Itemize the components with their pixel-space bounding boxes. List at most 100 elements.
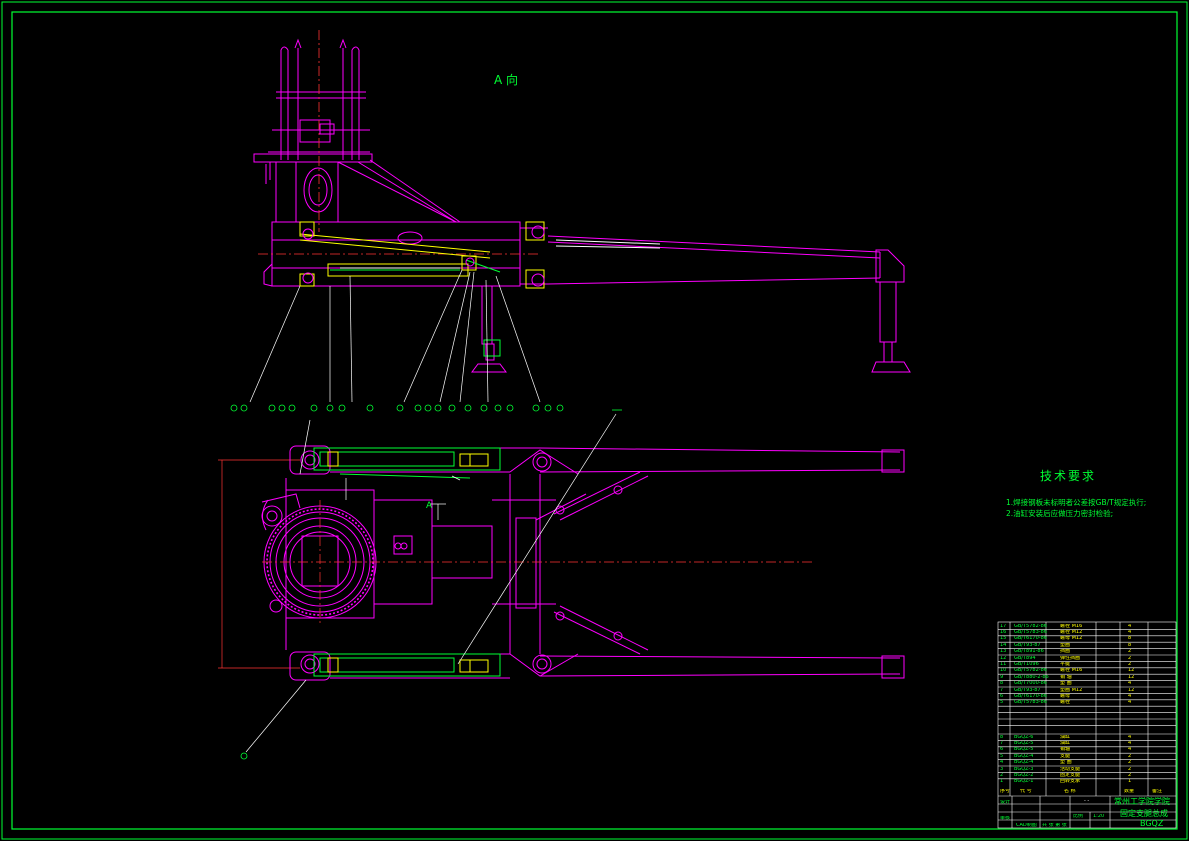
parts-cell-qty: 2 <box>1128 753 1132 759</box>
parts-cell-no: 9 <box>1000 674 1004 680</box>
parts-cell-name: 销 轴 <box>1060 674 1072 680</box>
parts-cell-qty: 8 <box>1128 636 1132 642</box>
technical-requirement-note: 1.焊接钢板未标明者公差按GB/T规定执行; <box>1006 498 1147 507</box>
parts-cell-code: GB/T93-87 <box>1014 687 1041 693</box>
header-qty: 数量 <box>1124 789 1135 794</box>
parts-cell-qty: 2 <box>1128 661 1132 667</box>
parts-cell-code: BGQZ-2 <box>1014 772 1034 778</box>
parts-cell-no: 4 <box>1000 760 1004 766</box>
parts-cell-qty: 2 <box>1128 655 1132 661</box>
sheet-count: 共 张 第 张 <box>1042 823 1067 828</box>
parts-cell-qty: 4 <box>1128 681 1132 687</box>
parts-cell-no: 13 <box>1000 649 1007 655</box>
parts-cell-code: GB/T5782-86 <box>1014 623 1047 629</box>
callout-balloon-lower <box>240 752 248 760</box>
parts-cell-no: 14 <box>1000 642 1007 648</box>
school-name: 常州工学院学院 <box>1114 797 1170 806</box>
drawing-name: 固定支腿总成 <box>1120 809 1168 818</box>
parts-cell-no: 15 <box>1000 636 1007 642</box>
parts-cell-no: 8 <box>1000 681 1004 687</box>
parts-cell-qty: 1 <box>1128 779 1132 785</box>
parts-cell-code: BGQZ-5 <box>1014 747 1034 753</box>
parts-cell-no: 8 <box>1000 734 1004 740</box>
parts-cell-no: 5 <box>1000 753 1004 759</box>
parts-cell-name: 螺栓 M16 <box>1060 668 1083 674</box>
scale-value: 1:20 <box>1093 814 1105 819</box>
parts-cell-name: 螺栓 <box>1060 700 1071 706</box>
parts-cell-name: 回转支承 <box>1060 779 1081 785</box>
parts-cell-qty: 8 <box>1128 642 1132 648</box>
parts-cell-no: 11 <box>1000 661 1007 667</box>
parts-cell-code: GB/T1096 <box>1014 661 1039 667</box>
header-name: 名 称 <box>1064 789 1076 794</box>
parts-cell-qty: 2 <box>1128 766 1132 772</box>
parts-cell-name: 垫 圈 <box>1060 681 1072 687</box>
parts-cell-name: 垫圈 M12 <box>1060 687 1083 693</box>
parts-cell-name: 垫 圈 <box>1060 760 1072 766</box>
parts-cell-code: BGQZ-3 <box>1014 766 1034 772</box>
parts-cell-code: GB/T6170-86 <box>1014 693 1047 699</box>
parts-cell-name: 螺母 M12 <box>1060 636 1083 642</box>
plan-view <box>218 409 905 760</box>
parts-cell-code: BGQZ-6 <box>1014 734 1034 740</box>
plan-section-marker: A <box>426 501 433 511</box>
parts-cell-qty: 2 <box>1128 760 1132 766</box>
parts-cell-name: 油缸 <box>1060 740 1071 746</box>
parts-cell-no: 16 <box>1000 629 1007 635</box>
parts-cell-no: 10 <box>1000 668 1007 674</box>
technical-requirements-title: 技术要求 <box>1040 469 1097 483</box>
parts-cell-no: 1 <box>1000 779 1004 785</box>
parts-cell-qty: 4 <box>1128 734 1132 740</box>
parts-cell-no: 7 <box>1000 687 1004 693</box>
cad-drawing-canvas <box>1 1 1188 840</box>
scale-label: 比例 <box>1073 814 1084 819</box>
parts-cell-qty: 4 <box>1128 747 1132 753</box>
parts-cell-name: 油缸 <box>1060 734 1071 740</box>
checker-label: 审核 <box>1000 816 1011 821</box>
drawing-number: BGQZ <box>1140 819 1164 828</box>
parts-cell-code: BGQZ-1 <box>1014 779 1034 785</box>
parts-cell-name: 销轴 <box>1060 747 1071 753</box>
header-no: 序号 <box>1000 789 1011 794</box>
parts-cell-qty: 4 <box>1128 700 1132 706</box>
designer-label: 设计 <box>1000 800 1011 805</box>
parts-cell-qty: 12 <box>1128 674 1135 680</box>
parts-cell-no: 6 <box>1000 693 1004 699</box>
parts-cell-name: 弹性挡圈 <box>1060 655 1081 661</box>
callout-balloons-upper <box>230 404 564 412</box>
parts-cell-qty: 4 <box>1128 629 1132 635</box>
parts-cell-name: 螺母 <box>1060 693 1071 699</box>
parts-cell-name: 挡圈 <box>1060 649 1071 655</box>
parts-cell-qty: 2 <box>1128 649 1132 655</box>
outer-border <box>1 1 1188 840</box>
parts-cell-code: GB/T7000-86 <box>1014 681 1047 687</box>
parts-cell-no: 12 <box>1000 655 1007 661</box>
view-a-label: A 向 <box>494 73 519 87</box>
parts-cell-code: GB/T6170-86 <box>1014 636 1047 642</box>
parts-cell-code: GB/T894 <box>1014 655 1036 661</box>
parts-cell-name: 螺栓 M16 <box>1060 623 1083 629</box>
parts-cell-name: 活动支腿 <box>1060 766 1081 772</box>
parts-cell-name: 螺栓 M12 <box>1060 629 1083 635</box>
parts-cell-code: BGQZ-4 <box>1014 760 1034 766</box>
header-note: 备注 <box>1152 789 1163 794</box>
parts-cell-qty: 12 <box>1128 687 1135 693</box>
parts-cell-qty: 2 <box>1128 772 1132 778</box>
parts-cell-qty: 4 <box>1128 693 1132 699</box>
parts-cell-name: 垫圈 <box>1060 642 1071 648</box>
parts-cell-code: BGQZ-4 <box>1014 753 1034 759</box>
dash-mark: - - <box>1084 799 1090 804</box>
parts-cell-no: 7 <box>1000 740 1004 746</box>
parts-cell-no: 6 <box>1000 747 1004 753</box>
parts-cell-no: 17 <box>1000 623 1007 629</box>
parts-cell-qty: 12 <box>1128 668 1135 674</box>
parts-cell-qty: 4 <box>1128 740 1132 746</box>
parts-cell-code: GB/T5783-86 <box>1014 700 1047 706</box>
side-view <box>230 30 911 412</box>
header-code: 代 号 <box>1020 789 1032 794</box>
parts-cell-code: GB/T891-86 <box>1014 649 1044 655</box>
parts-cell-no: 2 <box>1000 772 1004 778</box>
parts-cell-name: 平键 <box>1060 661 1071 667</box>
parts-cell-no: 5 <box>1000 700 1004 706</box>
technical-requirement-note: 2.油缸安装后应做压力密封检验; <box>1006 509 1114 518</box>
